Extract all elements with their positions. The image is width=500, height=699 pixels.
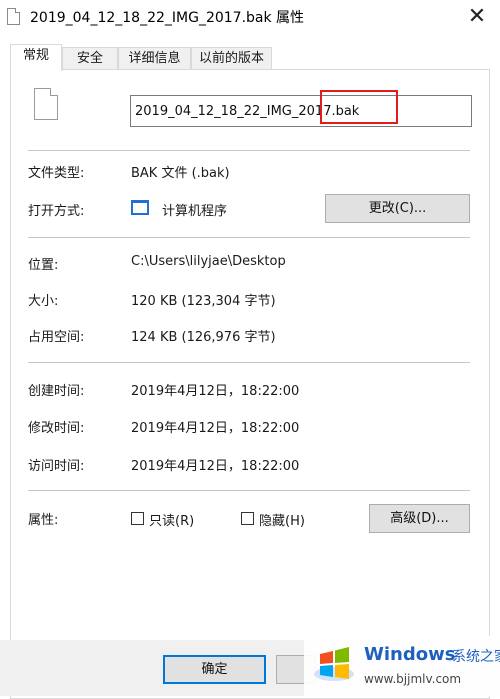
attributes-label: 属性: bbox=[28, 513, 59, 528]
divider bbox=[28, 490, 470, 491]
tab-details[interactable]: 详细信息 bbox=[118, 47, 191, 70]
opens-with-label: 打开方式: bbox=[28, 204, 85, 219]
close-icon[interactable]: ✕ bbox=[462, 2, 492, 32]
window-title: 2019_04_12_18_22_IMG_2017.bak 属性 bbox=[30, 10, 305, 26]
created-label: 创建时间: bbox=[28, 384, 85, 399]
title-bar: 2019_04_12_18_22_IMG_2017.bak 属性 ✕ bbox=[0, 0, 500, 34]
checkbox-box[interactable] bbox=[131, 512, 144, 525]
tab-security[interactable]: 安全 bbox=[62, 47, 118, 70]
hidden-label: 隐藏(H) bbox=[259, 514, 305, 529]
checkbox-box[interactable] bbox=[241, 512, 254, 525]
tab-general[interactable]: 常规 bbox=[10, 44, 62, 71]
watermark-brand-cn: 系统之家 bbox=[452, 649, 500, 665]
size-label: 大小: bbox=[28, 294, 59, 309]
location-label: 位置: bbox=[28, 258, 59, 273]
file-name-input[interactable] bbox=[130, 95, 472, 127]
divider bbox=[28, 150, 470, 151]
opens-with-value: 计算机程序 bbox=[162, 204, 228, 219]
divider bbox=[28, 362, 470, 363]
change-button[interactable]: 更改(C)... bbox=[325, 194, 470, 223]
ok-button[interactable]: 确定 bbox=[163, 655, 266, 684]
size-value: 120 KB (123,304 字节) bbox=[131, 294, 276, 309]
location-value: C:\Users\lilyjae\Desktop bbox=[131, 254, 286, 269]
readonly-label: 只读(R) bbox=[149, 514, 195, 529]
file-type-label: 文件类型: bbox=[28, 166, 85, 181]
accessed-label: 访问时间: bbox=[28, 459, 85, 474]
windows-logo-icon bbox=[314, 647, 354, 681]
file-type-value: BAK 文件 (.bak) bbox=[131, 166, 230, 181]
app-window-icon bbox=[131, 200, 149, 215]
file-icon bbox=[34, 88, 58, 120]
divider bbox=[28, 237, 470, 238]
tab-previous-versions[interactable]: 以前的版本 bbox=[191, 47, 272, 70]
modified-label: 修改时间: bbox=[28, 421, 85, 436]
advanced-button[interactable]: 高级(D)... bbox=[369, 504, 470, 533]
file-icon bbox=[7, 8, 20, 25]
accessed-value: 2019年4月12日，18:22:00 bbox=[131, 459, 300, 474]
watermark-brand: Windows bbox=[364, 644, 456, 665]
size-on-disk-label: 占用空间: bbox=[28, 330, 85, 345]
modified-value: 2019年4月12日，18:22:00 bbox=[131, 421, 300, 436]
created-value: 2019年4月12日，18:22:00 bbox=[131, 384, 300, 399]
watermark-url: www.bjjmlv.com bbox=[364, 672, 462, 686]
size-on-disk-value: 124 KB (126,976 字节) bbox=[131, 330, 276, 345]
watermark: Windows 系统之家 www.bjjmlv.com bbox=[304, 636, 500, 696]
